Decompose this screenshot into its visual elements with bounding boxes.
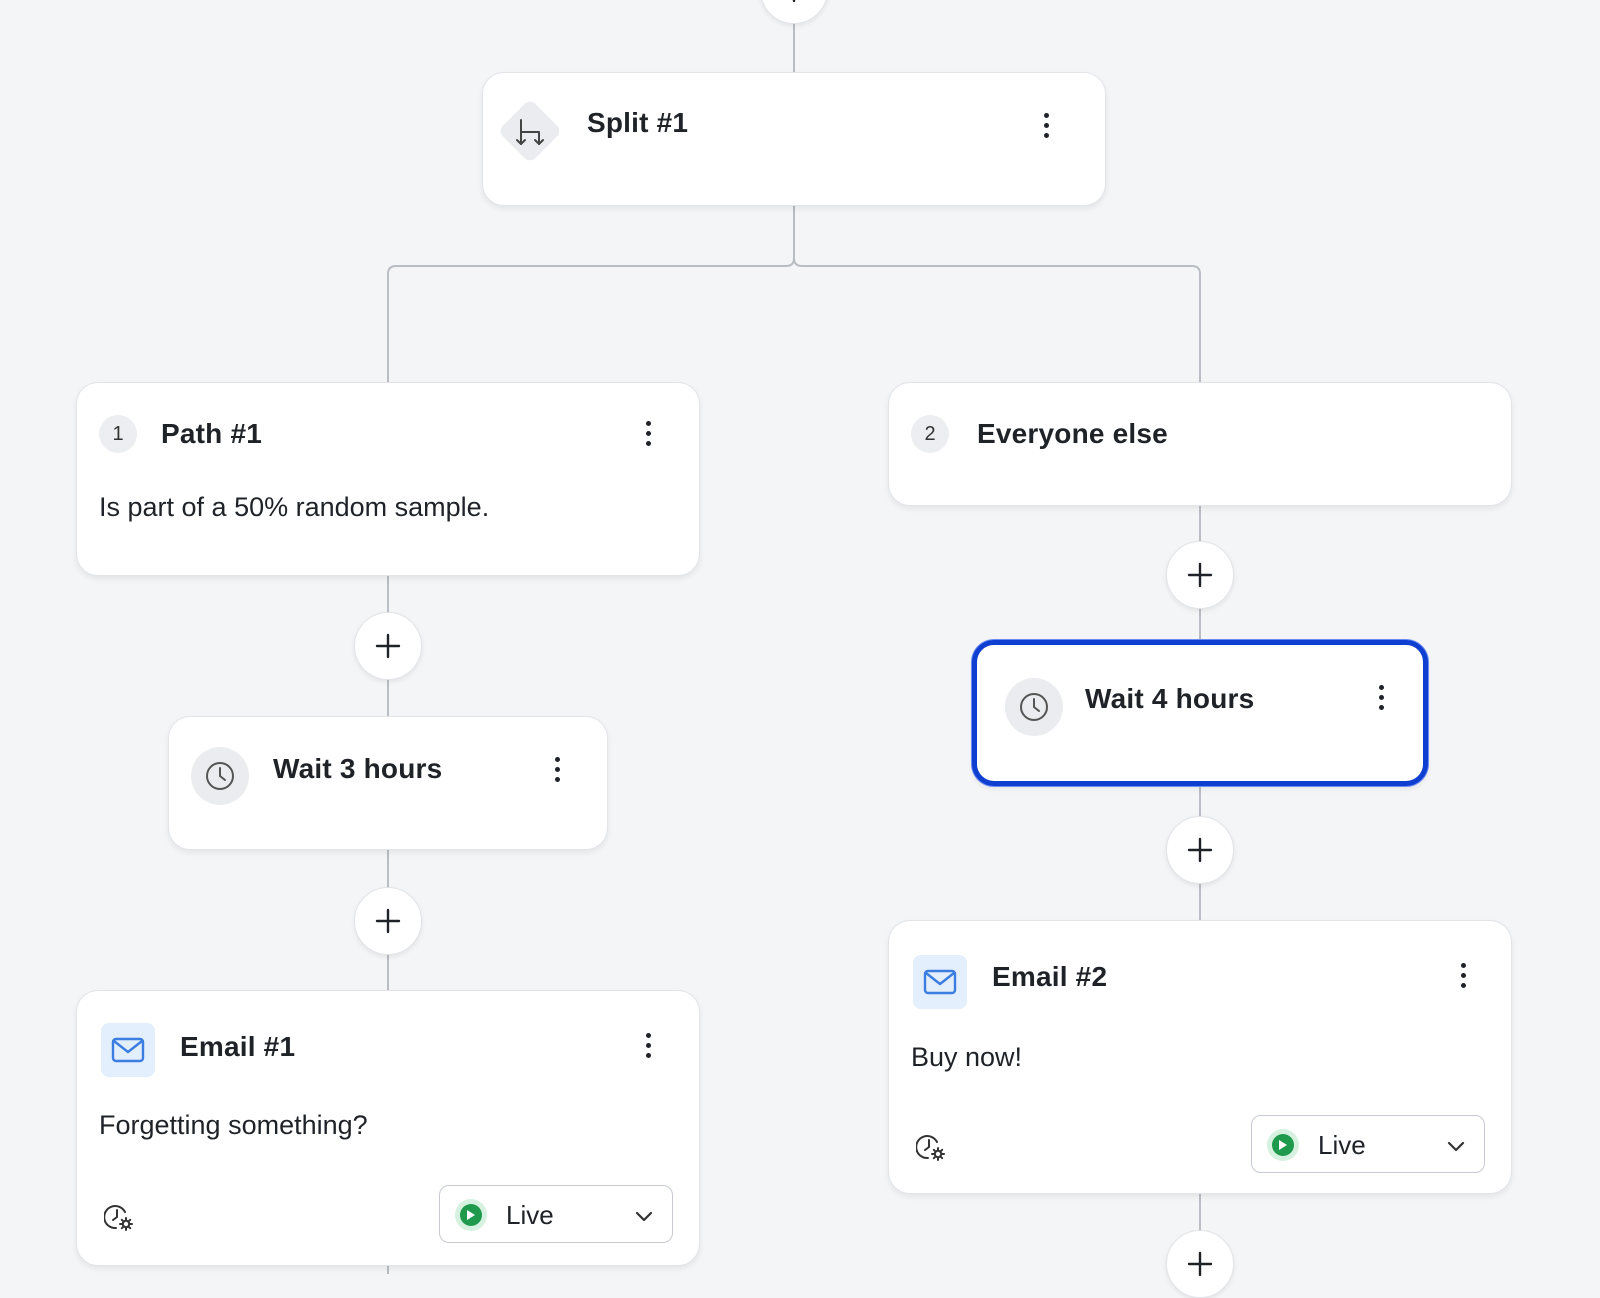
wait-node-1[interactable]: Wait 3 hours [168,716,608,850]
live-status-icon [1267,1129,1299,1161]
path-title: Path #1 [161,418,262,449]
more-options-button[interactable] [1448,955,1478,995]
plus-icon [375,633,401,659]
mail-icon [101,1023,155,1077]
add-step-button[interactable] [354,887,422,955]
more-options-button[interactable] [542,749,572,789]
chevron-down-icon [1447,1141,1465,1152]
add-step-button[interactable] [760,0,828,24]
email-subject: Forgetting something? [99,1110,368,1140]
chevron-down-icon [635,1211,653,1222]
clock-icon [191,747,249,805]
add-step-button[interactable] [1166,541,1234,609]
split-title: Split #1 [587,107,689,138]
path-node-1[interactable]: 1 Path #1 Is part of a 50% random sample… [76,382,700,576]
clock-icon [1005,678,1063,736]
email-title: Email #1 [180,1031,296,1062]
plus-icon [792,0,796,3]
email-node-2[interactable]: Email #2 Buy now! Live [888,920,1512,1194]
plus-icon [1187,837,1213,863]
wait-title: Wait 3 hours [273,753,443,784]
more-options-button[interactable] [633,413,663,453]
schedule-settings-icon[interactable] [916,1133,946,1163]
wait-node-2[interactable]: Wait 4 hours [972,640,1428,786]
path-condition: Is part of a 50% random sample. [99,492,490,522]
email-title: Email #2 [992,961,1108,992]
add-step-button[interactable] [354,612,422,680]
split-arrows-icon [516,119,544,145]
status-dropdown[interactable]: Live [439,1185,673,1243]
add-step-button[interactable] [1166,1230,1234,1298]
schedule-settings-icon[interactable] [104,1203,134,1233]
path-number-badge: 1 [99,415,137,453]
status-dropdown[interactable]: Live [1251,1115,1485,1173]
email-subject: Buy now! [911,1042,1023,1072]
more-options-button[interactable] [633,1025,663,1065]
path-number-badge: 2 [911,415,949,453]
more-options-button[interactable] [1031,105,1061,145]
email-node-1[interactable]: Email #1 Forgetting something? Live [76,990,700,1266]
status-label: Live [506,1200,554,1230]
path-title: Everyone else [977,418,1168,449]
wait-title: Wait 4 hours [1085,683,1255,714]
split-node[interactable]: Split #1 [482,72,1106,206]
add-step-button[interactable] [1166,816,1234,884]
more-options-button[interactable] [1366,677,1396,717]
status-label: Live [1318,1130,1366,1160]
mail-icon [913,955,967,1009]
plus-icon [1187,562,1213,588]
live-status-icon [455,1199,487,1231]
plus-icon [375,908,401,934]
path-node-2[interactable]: 2 Everyone else [888,382,1512,506]
